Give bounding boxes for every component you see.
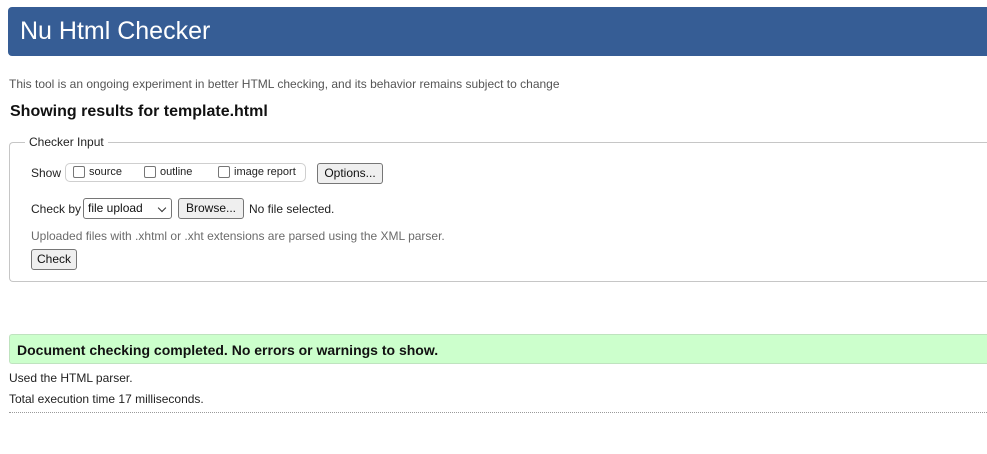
source-checkbox-label[interactable]: source [89,166,122,178]
page-title: Nu Html Checker [20,17,211,45]
success-message: Document checking completed. No errors o… [17,342,439,358]
execution-time: Total execution time 17 milliseconds. [9,392,204,406]
tagline: This tool is an ongoing experiment in be… [9,77,560,91]
show-label: Show [31,166,62,180]
check-button[interactable]: Check [31,249,77,270]
checker-input-legend: Checker Input [25,135,108,149]
image-report-checkbox-label[interactable]: image report [234,166,296,178]
outline-checkbox-label[interactable]: outline [160,166,192,178]
source-checkbox[interactable] [73,166,85,178]
check-by-select[interactable]: file upload [83,198,172,219]
check-by-selected-value: file upload [88,201,143,215]
options-button[interactable]: Options... [317,163,383,184]
outline-checkbox[interactable] [144,166,156,178]
xml-parser-hint: Uploaded files with .xhtml or .xht exten… [31,229,445,243]
browse-button[interactable]: Browse... [178,198,244,219]
image-report-checkbox[interactable] [218,166,230,178]
page-header: Nu Html Checker [8,7,987,56]
chevron-down-icon [157,203,167,213]
check-by-label: Check by [31,202,82,216]
divider [9,412,987,413]
parser-info: Used the HTML parser. [9,371,133,385]
results-title: Showing results for template.html [10,103,268,120]
file-status: No file selected. [249,202,335,216]
